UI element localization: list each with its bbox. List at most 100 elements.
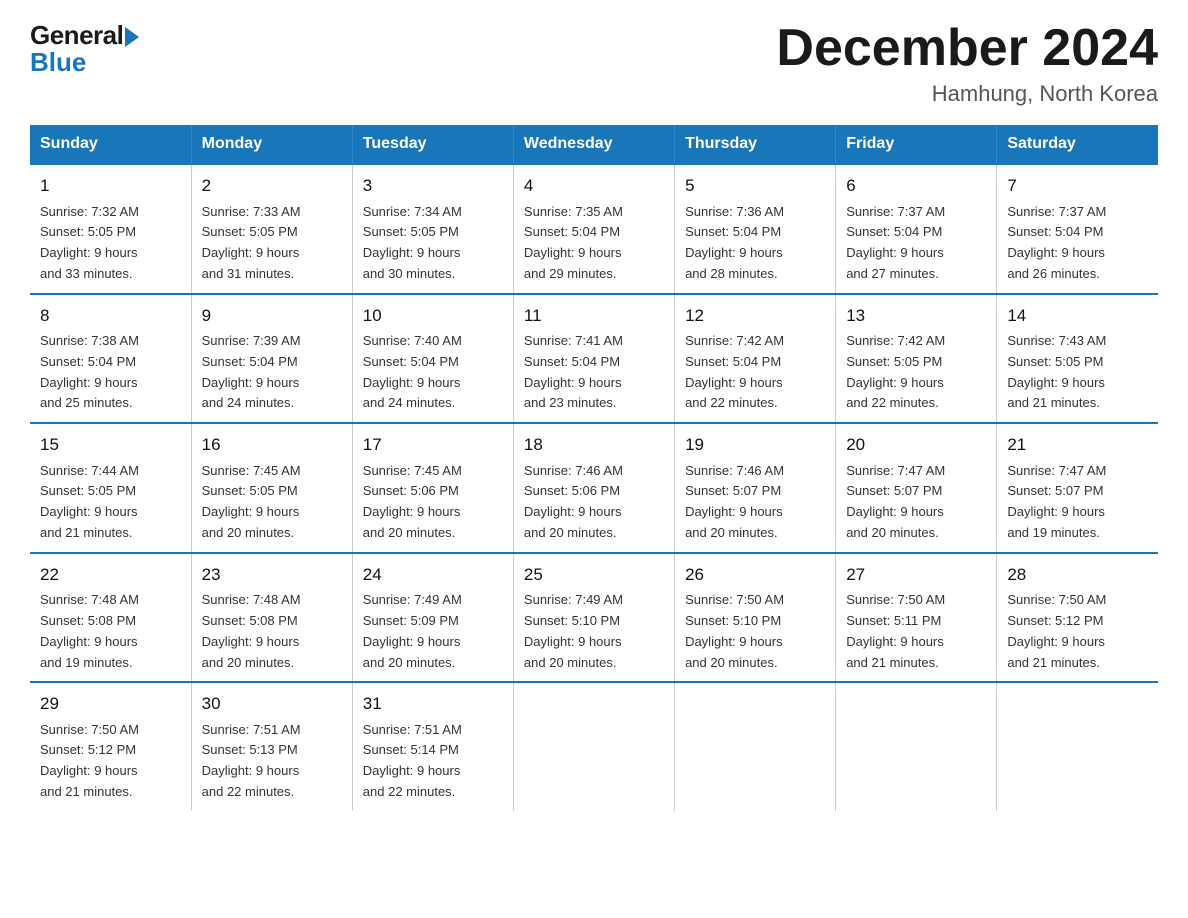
calendar-cell: 31 Sunrise: 7:51 AMSunset: 5:14 PMDayligh… [352,682,513,811]
day-info: Sunrise: 7:45 AMSunset: 5:06 PMDaylight:… [363,461,503,544]
day-info: Sunrise: 7:37 AMSunset: 5:04 PMDaylight:… [846,202,986,285]
calendar-cell: 10Sunrise: 7:40 AMSunset: 5:04 PMDayligh… [352,294,513,424]
calendar-cell: 4Sunrise: 7:35 AMSunset: 5:04 PMDaylight… [513,164,674,294]
day-number: 3 [363,173,503,199]
day-number: 18 [524,432,664,458]
day-info: Sunrise: 7:51 AMSunset: 5:14 PMDaylight:… [363,720,503,803]
calendar-cell: 19 Sunrise: 7:46 AMSunset: 5:07 PMDayligh… [675,423,836,553]
logo-blue-text: Blue [30,47,86,78]
day-info: Sunrise: 7:50 AMSunset: 5:10 PMDaylight:… [685,590,825,673]
calendar-cell: 1 Sunrise: 7:32 AMSunset: 5:05 PMDaylight… [30,164,191,294]
day-info: Sunrise: 7:47 AMSunset: 5:07 PMDaylight:… [1007,461,1148,544]
header-wednesday: Wednesday [513,125,674,164]
logo[interactable]: General Blue [30,20,139,78]
day-number: 29 [40,691,181,717]
calendar-cell: 30Sunrise: 7:51 AMSunset: 5:13 PMDayligh… [191,682,352,811]
calendar-cell: 17 Sunrise: 7:45 AMSunset: 5:06 PMDayligh… [352,423,513,553]
day-info: Sunrise: 7:49 AMSunset: 5:09 PMDaylight:… [363,590,503,673]
calendar-cell: 7 Sunrise: 7:37 AMSunset: 5:04 PMDaylight… [997,164,1158,294]
calendar-body: 1 Sunrise: 7:32 AMSunset: 5:05 PMDaylight… [30,164,1158,811]
calendar-cell [513,682,674,811]
day-info: Sunrise: 7:48 AMSunset: 5:08 PMDaylight:… [202,590,342,673]
day-number: 2 [202,173,342,199]
day-number: 11 [524,303,664,329]
day-info: Sunrise: 7:40 AMSunset: 5:04 PMDaylight:… [363,331,503,414]
week-row-3: 15 Sunrise: 7:44 AMSunset: 5:05 PMDayligh… [30,423,1158,553]
day-number: 17 [363,432,503,458]
day-number: 19 [685,432,825,458]
calendar-cell: 15 Sunrise: 7:44 AMSunset: 5:05 PMDayligh… [30,423,191,553]
calendar-cell: 12Sunrise: 7:42 AMSunset: 5:04 PMDayligh… [675,294,836,424]
day-number: 31 [363,691,503,717]
main-title: December 2024 [776,20,1158,77]
day-number: 24 [363,562,503,588]
day-number: 9 [202,303,342,329]
day-number: 1 [40,173,181,199]
day-number: 28 [1007,562,1148,588]
calendar-cell: 22Sunrise: 7:48 AMSunset: 5:08 PMDayligh… [30,553,191,683]
day-number: 20 [846,432,986,458]
day-info: Sunrise: 7:45 AMSunset: 5:05 PMDaylight:… [202,461,342,544]
day-number: 26 [685,562,825,588]
location-subtitle: Hamhung, North Korea [776,81,1158,107]
day-info: Sunrise: 7:50 AMSunset: 5:11 PMDaylight:… [846,590,986,673]
calendar-cell [836,682,997,811]
day-number: 10 [363,303,503,329]
header-saturday: Saturday [997,125,1158,164]
day-number: 16 [202,432,342,458]
calendar-cell: 9Sunrise: 7:39 AMSunset: 5:04 PMDaylight… [191,294,352,424]
calendar-cell: 2 Sunrise: 7:33 AMSunset: 5:05 PMDaylight… [191,164,352,294]
header-friday: Friday [836,125,997,164]
calendar-cell: 23Sunrise: 7:48 AMSunset: 5:08 PMDayligh… [191,553,352,683]
week-row-1: 1 Sunrise: 7:32 AMSunset: 5:05 PMDaylight… [30,164,1158,294]
calendar-cell [997,682,1158,811]
day-number: 13 [846,303,986,329]
calendar-cell: 21 Sunrise: 7:47 AMSunset: 5:07 PMDayligh… [997,423,1158,553]
calendar-cell: 13Sunrise: 7:42 AMSunset: 5:05 PMDayligh… [836,294,997,424]
header-thursday: Thursday [675,125,836,164]
day-number: 27 [846,562,986,588]
day-info: Sunrise: 7:36 AMSunset: 5:04 PMDaylight:… [685,202,825,285]
calendar-cell: 8Sunrise: 7:38 AMSunset: 5:04 PMDaylight… [30,294,191,424]
day-number: 21 [1007,432,1148,458]
day-info: Sunrise: 7:46 AMSunset: 5:06 PMDaylight:… [524,461,664,544]
calendar-cell: 20Sunrise: 7:47 AMSunset: 5:07 PMDayligh… [836,423,997,553]
day-number: 30 [202,691,342,717]
day-number: 15 [40,432,181,458]
header-monday: Monday [191,125,352,164]
page-header: General Blue December 2024 Hamhung, Nort… [30,20,1158,107]
day-number: 7 [1007,173,1148,199]
calendar-cell: 14Sunrise: 7:43 AMSunset: 5:05 PMDayligh… [997,294,1158,424]
header-row: SundayMondayTuesdayWednesdayThursdayFrid… [30,125,1158,164]
calendar-cell: 25Sunrise: 7:49 AMSunset: 5:10 PMDayligh… [513,553,674,683]
day-info: Sunrise: 7:32 AMSunset: 5:05 PMDaylight:… [40,202,181,285]
day-info: Sunrise: 7:43 AMSunset: 5:05 PMDaylight:… [1007,331,1148,414]
day-info: Sunrise: 7:46 AMSunset: 5:07 PMDaylight:… [685,461,825,544]
day-number: 6 [846,173,986,199]
day-number: 8 [40,303,181,329]
day-number: 23 [202,562,342,588]
day-info: Sunrise: 7:39 AMSunset: 5:04 PMDaylight:… [202,331,342,414]
calendar-cell: 26Sunrise: 7:50 AMSunset: 5:10 PMDayligh… [675,553,836,683]
day-info: Sunrise: 7:50 AMSunset: 5:12 PMDaylight:… [40,720,181,803]
calendar-cell: 24Sunrise: 7:49 AMSunset: 5:09 PMDayligh… [352,553,513,683]
day-info: Sunrise: 7:35 AMSunset: 5:04 PMDaylight:… [524,202,664,285]
day-info: Sunrise: 7:33 AMSunset: 5:05 PMDaylight:… [202,202,342,285]
calendar-cell: 28Sunrise: 7:50 AMSunset: 5:12 PMDayligh… [997,553,1158,683]
title-block: December 2024 Hamhung, North Korea [776,20,1158,107]
day-info: Sunrise: 7:34 AMSunset: 5:05 PMDaylight:… [363,202,503,285]
calendar-table: SundayMondayTuesdayWednesdayThursdayFrid… [30,125,1158,811]
calendar-cell: 3 Sunrise: 7:34 AMSunset: 5:05 PMDaylight… [352,164,513,294]
calendar-cell: 11Sunrise: 7:41 AMSunset: 5:04 PMDayligh… [513,294,674,424]
calendar-cell: 18 Sunrise: 7:46 AMSunset: 5:06 PMDayligh… [513,423,674,553]
day-number: 12 [685,303,825,329]
calendar-header: SundayMondayTuesdayWednesdayThursdayFrid… [30,125,1158,164]
calendar-cell: 16 Sunrise: 7:45 AMSunset: 5:05 PMDayligh… [191,423,352,553]
day-info: Sunrise: 7:37 AMSunset: 5:04 PMDaylight:… [1007,202,1148,285]
day-info: Sunrise: 7:48 AMSunset: 5:08 PMDaylight:… [40,590,181,673]
day-info: Sunrise: 7:44 AMSunset: 5:05 PMDaylight:… [40,461,181,544]
day-info: Sunrise: 7:49 AMSunset: 5:10 PMDaylight:… [524,590,664,673]
week-row-2: 8Sunrise: 7:38 AMSunset: 5:04 PMDaylight… [30,294,1158,424]
header-tuesday: Tuesday [352,125,513,164]
header-sunday: Sunday [30,125,191,164]
